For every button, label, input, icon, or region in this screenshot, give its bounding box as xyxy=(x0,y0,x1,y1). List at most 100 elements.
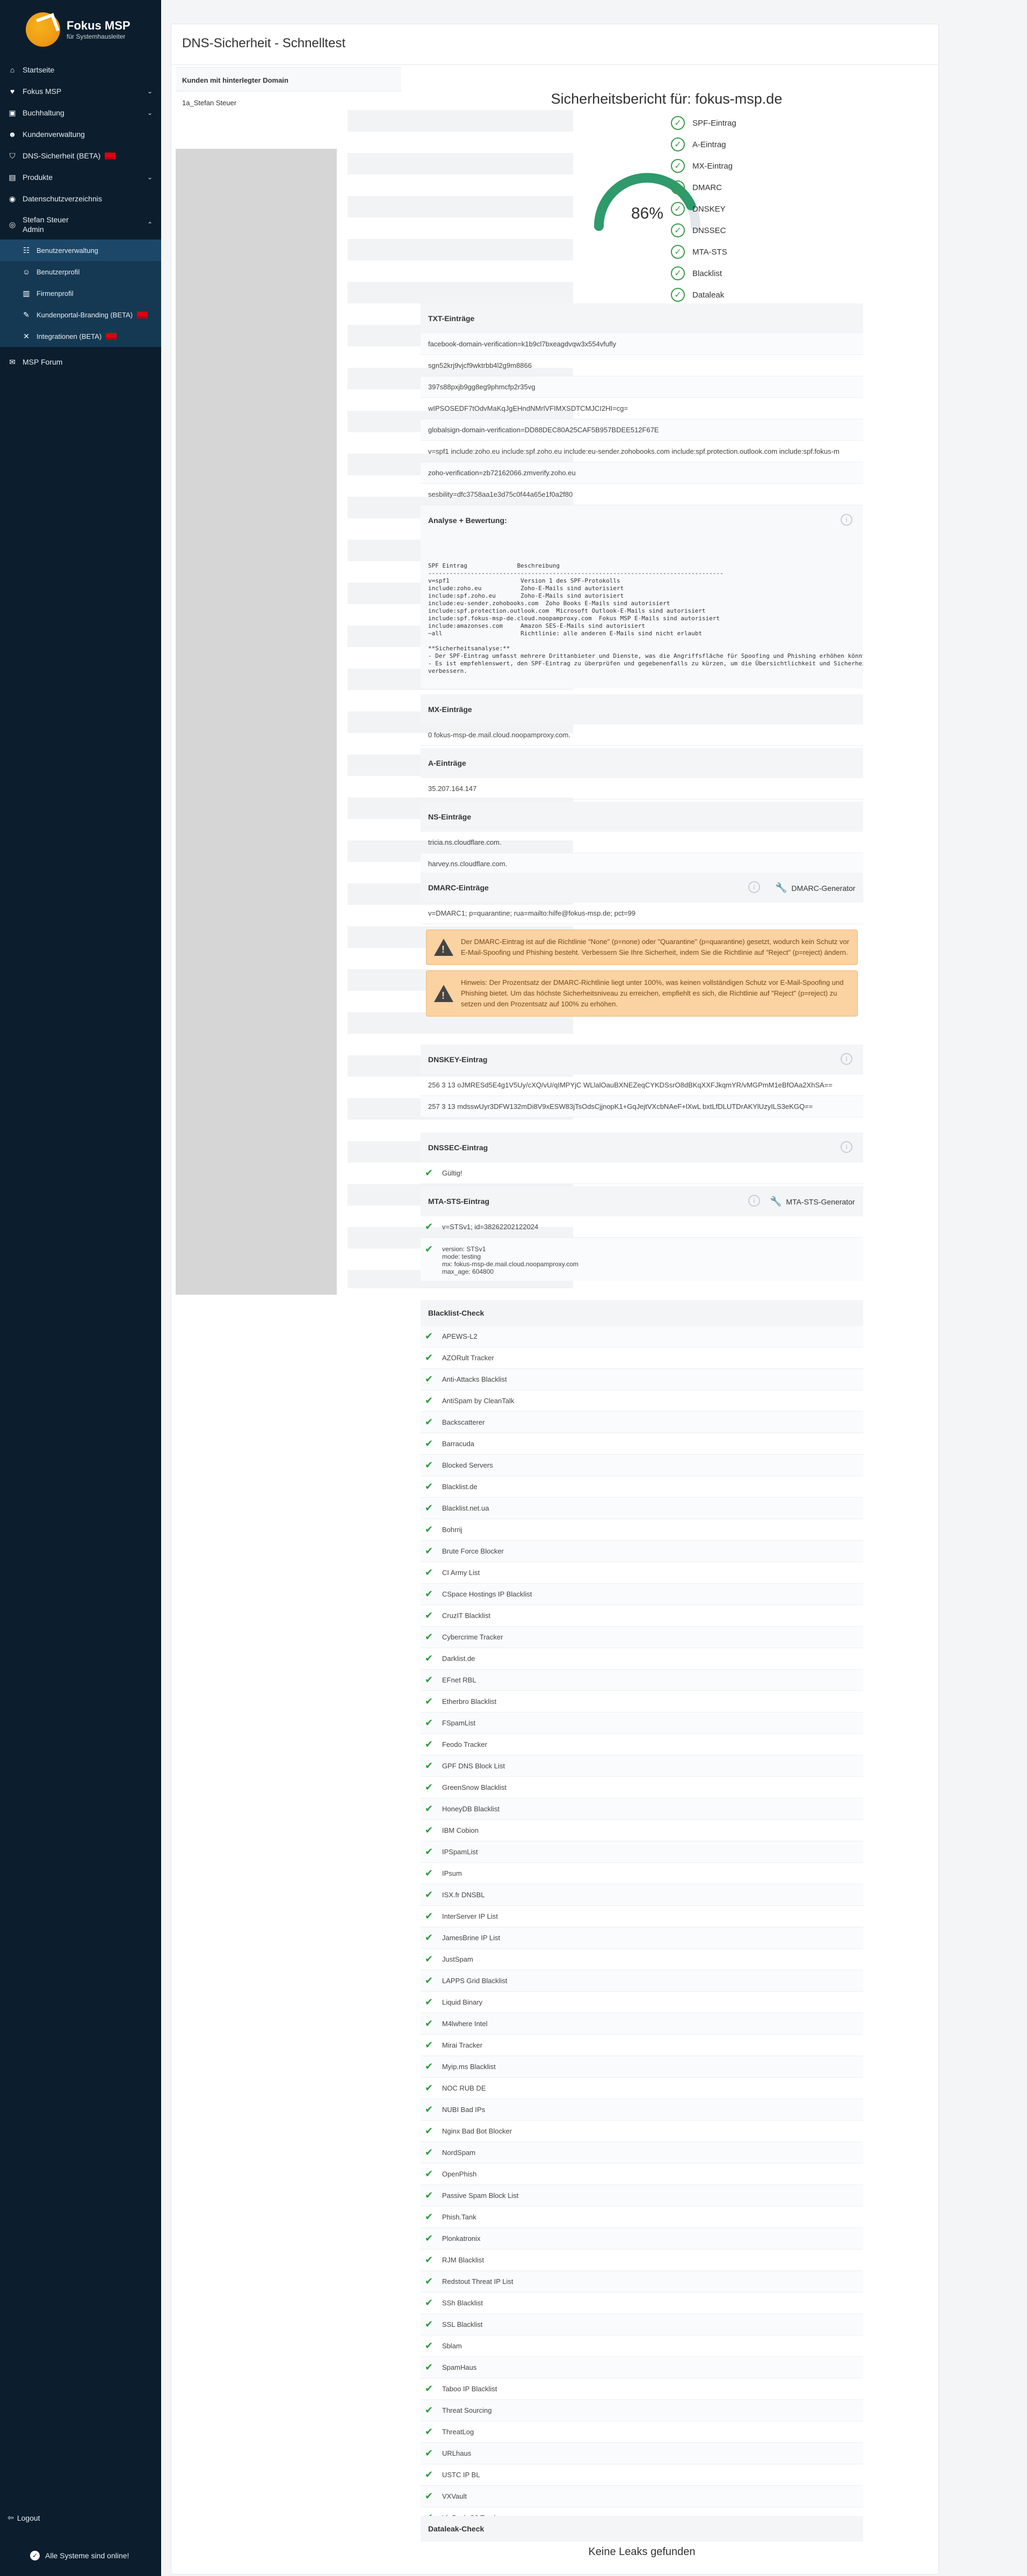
blacklist-item: ✔ Myip.ms Blacklist xyxy=(421,2056,863,2078)
nav-buchhaltung[interactable]: ▣ Buchhaltung ⌄ xyxy=(0,102,161,124)
blacklist-name: Brute Force Blocker xyxy=(442,1547,504,1555)
check-icon: ✔ xyxy=(425,2254,433,2265)
check-icon: ✔ xyxy=(425,1167,433,1178)
blacklist-item: ✔ Phish.Tank xyxy=(421,2207,863,2228)
nav-produkte[interactable]: ▤ Produkte ⌄ xyxy=(0,166,161,188)
shield-icon: ⛉ xyxy=(9,151,16,160)
blacklist-item: ✔ Passive Spam Block List xyxy=(421,2185,863,2207)
blacklist-name: SSh Blacklist xyxy=(442,2299,483,2307)
wallet-icon: ▣ xyxy=(9,108,16,117)
sub-firmenprofil[interactable]: ▥ Firmenprofil xyxy=(0,282,161,304)
customer-row[interactable]: 1a_Stefan Steuer xyxy=(176,91,401,113)
blacklist-name: CSpace Hostings IP Blacklist xyxy=(442,1590,532,1598)
dnskey-header: DNSKEY-Eintrag i xyxy=(421,1044,863,1075)
check-icon: ✔ xyxy=(425,1331,433,1341)
txt-header: TXT-Einträge xyxy=(421,303,863,333)
blacklist-item: ✔ Liquid Binary xyxy=(421,1992,863,2013)
customer-list-placeholder xyxy=(176,149,337,1295)
mta-policy-text: version: STSv1 mode: testing mx: fokus-m… xyxy=(442,1245,578,1275)
user-name: Stefan Steuer xyxy=(23,215,69,224)
blacklist-item: ✔ Blacklist.de xyxy=(421,1476,863,1498)
nav-fokus-msp[interactable]: ♥ Fokus MSP ⌄ xyxy=(0,81,161,102)
check-label: DNSKEY xyxy=(692,204,726,214)
mx-header: MX-Einträge xyxy=(421,694,863,724)
blacklist-item: ✔ IPsum xyxy=(421,1863,863,1884)
check-circle-icon: ✓ xyxy=(671,159,685,173)
check-item: ✓ MTA-STS xyxy=(671,241,832,263)
blacklist-item: ✔ OpenPhish xyxy=(421,2164,863,2185)
nav-msp-forum[interactable]: ✉ MSP Forum xyxy=(0,351,161,373)
blacklist-name: Backscatterer xyxy=(442,1418,485,1426)
sub-label: Benutzerprofil xyxy=(37,267,80,276)
blacklist-name: NUBI Bad IPs xyxy=(442,2106,486,2114)
nav-startseite[interactable]: ⌂ Startseite xyxy=(0,59,161,81)
txt-rows: facebook-domain-verification=k1b9cl7bxea… xyxy=(421,333,863,505)
blacklist-name: RJM Blacklist xyxy=(442,2256,484,2264)
sub-benutzerverwaltung[interactable]: ☷ Benutzerverwaltung xyxy=(0,240,161,261)
info-icon[interactable]: i xyxy=(841,514,852,526)
check-icon: ✔ xyxy=(425,1631,433,1642)
blacklist-item: ✔ Sblam xyxy=(421,2335,863,2357)
customer-list-header: Kunden mit hinterlegter Domain xyxy=(176,67,401,91)
blacklist-item: ✔ LAPPS Grid Blacklist xyxy=(421,1970,863,1992)
sub-label: Firmenprofil xyxy=(37,289,74,297)
check-icon: ✔ xyxy=(425,1997,433,2007)
nav-datenschutz[interactable]: ◉ Datenschutzverzeichnis xyxy=(0,188,161,209)
check-icon: ✔ xyxy=(425,2018,433,2029)
check-item: ✓ DMARC xyxy=(671,177,832,198)
info-icon[interactable]: i xyxy=(748,881,760,893)
sub-benutzerprofil[interactable]: ☺ Benutzerprofil xyxy=(0,261,161,282)
nav-kundenverwaltung[interactable]: ☻ Kundenverwaltung xyxy=(0,124,161,145)
check-icon: ✔ xyxy=(425,1889,433,1900)
dmarc-section: DMARC-Einträge i 🔧 DMARC-Generator v=DMAR… xyxy=(421,873,863,1022)
dataleak-result: Keine Leaks gefunden xyxy=(588,2546,696,2558)
user-submenu: ☷ Benutzerverwaltung ☺ Benutzerprofil ▥ Fir… xyxy=(0,240,161,347)
info-icon[interactable]: i xyxy=(841,1141,852,1153)
blacklist-name: LAPPS Grid Blacklist xyxy=(442,1977,508,1985)
sub-integrationen[interactable]: ✕ Integrationen (BETA) xyxy=(0,325,161,347)
a-header: A-Einträge xyxy=(421,748,863,778)
blacklist-item: ✔ USTC IP BL xyxy=(421,2464,863,2486)
sub-kundenportal-branding[interactable]: ✎ Kundenportal-Branding (BETA) xyxy=(0,304,161,325)
logout-link[interactable]: ⇦ Logout xyxy=(8,2513,40,2522)
user-role: Admin xyxy=(23,225,44,234)
blacklist-name: Phish.Tank xyxy=(442,2213,476,2221)
user-circle-icon: ◎ xyxy=(9,220,16,229)
info-icon[interactable]: i xyxy=(748,1195,760,1207)
nav-user-menu[interactable]: ◎ Stefan Steuer Admin ⌃ xyxy=(0,209,161,240)
mta-record: ✔ v=STSv1; id=38262202122024 xyxy=(421,1216,863,1238)
check-icon: ✔ xyxy=(425,1717,433,1728)
tools-icon: ✕ xyxy=(23,331,30,340)
mta-generator-button[interactable]: 🔧 MTA-STS-Generator xyxy=(770,1196,855,1207)
blacklist-name: Cybercrime Tracker xyxy=(442,1633,503,1641)
warning-text: Der DMARC-Eintrag ist auf die Richtlinie… xyxy=(461,938,849,956)
check-icon: ✔ xyxy=(425,1825,433,1835)
blacklist-name: Threat Sourcing xyxy=(442,2406,492,2414)
people-icon: ☻ xyxy=(8,130,17,139)
check-icon: ✔ xyxy=(425,1610,433,1621)
nav-dns-sicherheit[interactable]: ⛉ DNS-Sicherheit (BETA) xyxy=(0,145,161,166)
dmarc-header: DMARC-Einträge i 🔧 DMARC-Generator xyxy=(421,873,863,903)
check-icon: ✔ xyxy=(425,1503,433,1513)
info-icon[interactable]: i xyxy=(841,1053,852,1065)
blacklist-name: InterServer IP List xyxy=(442,1912,498,1920)
a-section: A-Einträge 35.207.164.147 xyxy=(421,748,863,800)
sub-label: Integrationen (BETA) xyxy=(37,332,102,340)
nav-label: Startseite xyxy=(23,66,55,74)
blacklist-item: ✔ GPF DNS Block List xyxy=(421,1755,863,1777)
check-list: ✓ SPF-Eintrag ✓ A-Eintrag ✓ MX-Eintrag ✓ DMARC ✓… xyxy=(671,112,832,306)
dmarc-generator-button[interactable]: 🔧 DMARC-Generator xyxy=(775,882,855,894)
blacklist-name: IBM Cobion xyxy=(442,1826,479,1834)
sub-label: Benutzerverwaltung xyxy=(37,246,98,255)
check-circle-icon: ✓ xyxy=(671,245,685,259)
txt-row: sesbility=dfc3758aa1e3d75c0f44a65e1f0a2f… xyxy=(421,484,863,505)
check-icon: ✔ xyxy=(425,2491,433,2501)
check-circle-icon: ✓ xyxy=(30,2551,40,2560)
logo-mark-icon xyxy=(26,12,60,47)
check-icon: ✔ xyxy=(425,1588,433,1599)
brand-logo[interactable]: Fokus MSP für Systemhausleiter xyxy=(0,0,161,59)
blacklist-name: Barracuda xyxy=(442,1440,474,1448)
check-circle-icon: ✓ xyxy=(671,288,685,302)
check-icon: ✔ xyxy=(425,1221,433,1232)
check-icon: ✔ xyxy=(425,1846,433,1857)
